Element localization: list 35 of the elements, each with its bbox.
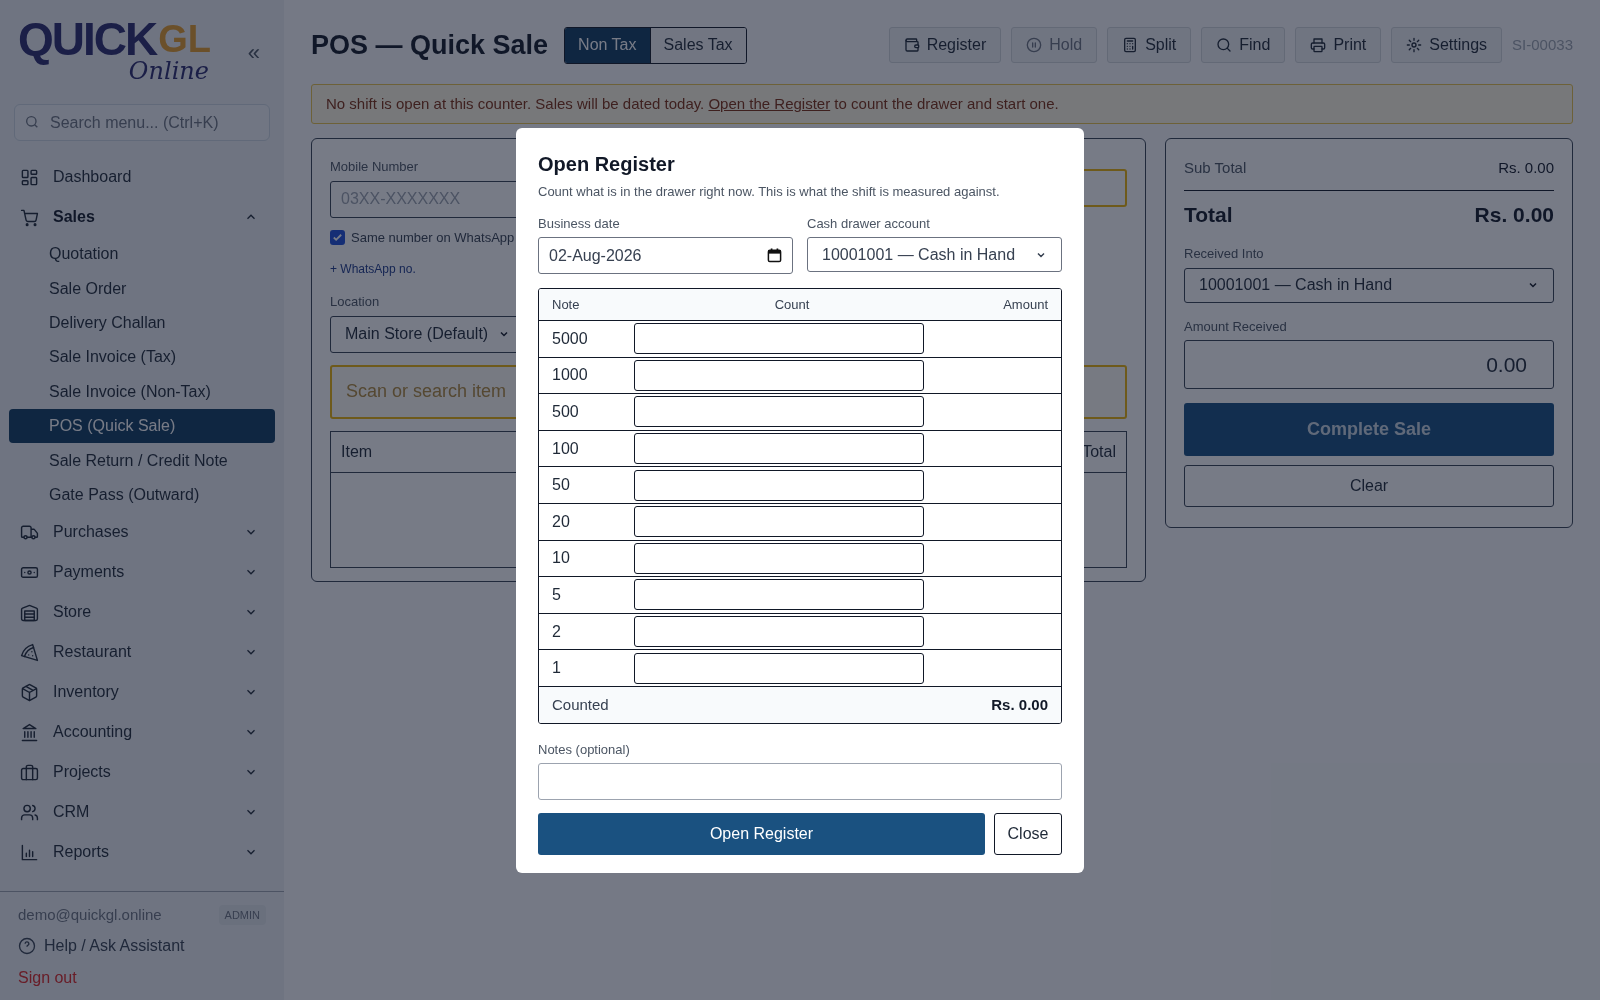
total-value: Rs. 0.00 [1474, 201, 1554, 228]
denomination-cell-text: 50 [551, 475, 571, 496]
denomination-cell-text: 5000 [551, 328, 589, 349]
denomination-cell-text: 5 [551, 584, 562, 605]
field-label: Mobile Number [330, 158, 419, 176]
checkbox-label: Same number on WhatsApp [351, 228, 515, 247]
alert-message: No shift is open at this counter. Sales will be dated today. Open the Register to count the drawer and start one. [326, 93, 1059, 114]
field-label: Received Into [1184, 245, 1265, 263]
dialog-description: Count what is in the drawer right now. This is what the shift is measured against. [538, 183, 1001, 201]
counted-total: Rs. 0.00 [991, 694, 1048, 715]
counted-label: Counted [552, 694, 609, 715]
column-header: Amount [1002, 295, 1048, 314]
subtotal-label: Sub Total [1184, 158, 1247, 178]
user-email: demo@quickgl.online [18, 904, 162, 925]
field-label: Location [330, 293, 380, 311]
column-header: Item [341, 441, 373, 462]
logo: QUICKGL Online [18, 15, 212, 87]
field-label: Business date [538, 214, 621, 233]
field-label: Amount Received [1184, 317, 1288, 336]
denomination-cell-text: 100 [551, 438, 580, 459]
column-header: Total [1082, 441, 1116, 462]
denomination-cell-text: 10 [551, 548, 571, 569]
page-title: POS — Quick Sale [311, 28, 549, 62]
field-label: Cash drawer account [807, 214, 931, 233]
denomination-cell-text: 1 [551, 658, 562, 679]
denomination-cell-text: 500 [551, 402, 580, 422]
total-label: Total [1184, 201, 1233, 228]
subtotal-value: Rs. 0.00 [1498, 158, 1554, 178]
dialog-title: Open Register [538, 152, 676, 177]
denomination-cell-text: 2 [551, 621, 562, 642]
denomination-cell-text: 1000 [551, 365, 589, 386]
column-header: Count [773, 295, 811, 314]
field-label: Notes (optional) [538, 740, 631, 759]
denomination-cell-text: 20 [551, 511, 571, 532]
column-header: Note [552, 295, 581, 314]
